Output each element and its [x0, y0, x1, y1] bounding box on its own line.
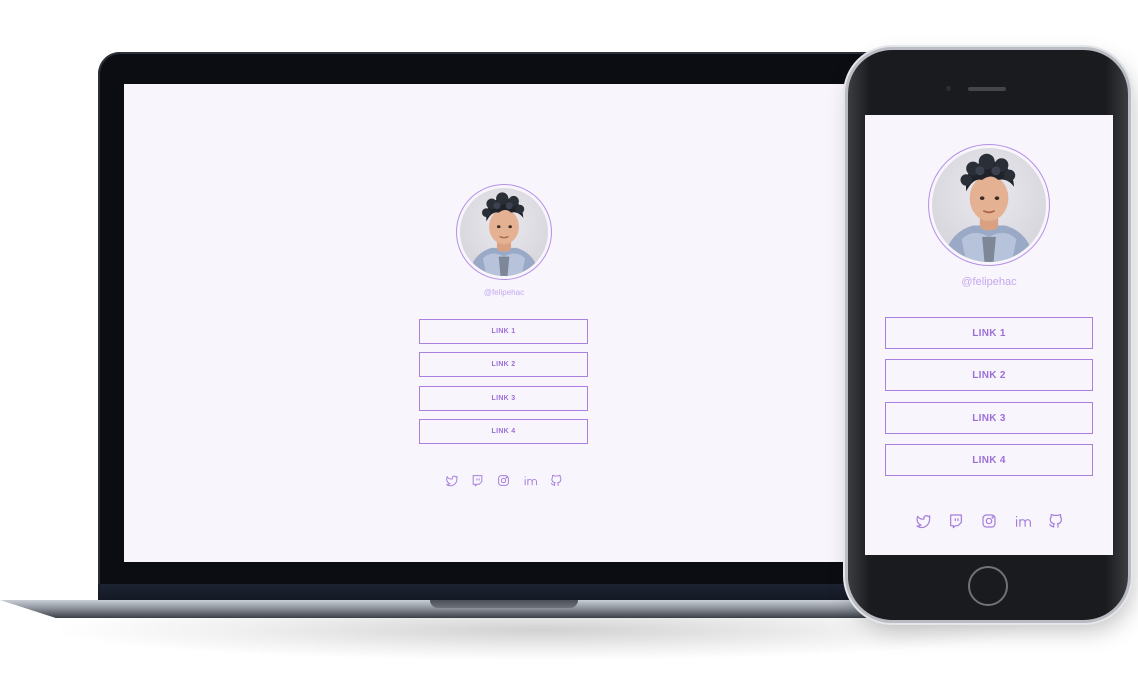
avatar-image	[932, 148, 1046, 262]
phone-body: @felipehac LINK 1 LINK 2 LINK 3 LINK 4	[848, 50, 1128, 620]
profile-handle: @felipehac	[961, 276, 1017, 288]
link-button-1[interactable]: LINK 1	[419, 319, 588, 344]
laptop-opening-notch	[430, 600, 578, 608]
linkedin-icon[interactable]	[523, 474, 537, 487]
phone-home-button	[968, 566, 1008, 606]
social-links	[124, 474, 884, 487]
phone-front-camera	[946, 86, 951, 91]
twitter-icon[interactable]	[915, 513, 931, 529]
instagram-icon[interactable]	[981, 513, 997, 529]
instagram-icon[interactable]	[497, 474, 510, 487]
avatar-illustration	[943, 153, 1035, 262]
twitter-icon[interactable]	[445, 474, 458, 487]
avatar-illustration	[468, 192, 540, 276]
link-button-4[interactable]: LINK 4	[419, 419, 588, 444]
phone-speaker	[968, 87, 1006, 91]
linkedin-icon[interactable]	[1014, 513, 1031, 529]
social-links	[865, 513, 1113, 529]
twitch-icon[interactable]	[948, 513, 964, 529]
link-button-3[interactable]: LINK 3	[885, 402, 1093, 434]
profile-avatar	[456, 184, 552, 280]
phone-linktree-page: @felipehac LINK 1 LINK 2 LINK 3 LINK 4	[865, 115, 1113, 555]
avatar-image	[460, 188, 548, 276]
twitch-icon[interactable]	[471, 474, 484, 487]
link-button-2[interactable]: LINK 2	[419, 352, 588, 377]
profile-avatar	[928, 144, 1050, 266]
profile-handle: @felipehac	[483, 288, 525, 297]
phone-screen: @felipehac LINK 1 LINK 2 LINK 3 LINK 4	[865, 115, 1113, 555]
github-icon[interactable]	[550, 474, 563, 487]
link-button-2[interactable]: LINK 2	[885, 359, 1093, 391]
link-button-4[interactable]: LINK 4	[885, 444, 1093, 476]
link-button-1[interactable]: LINK 1	[885, 317, 1093, 349]
laptop-screen: @felipehac LINK 1 LINK 2 LINK 3 LINK 4	[124, 84, 884, 562]
link-button-3[interactable]: LINK 3	[419, 386, 588, 411]
laptop-linktree-page: @felipehac LINK 1 LINK 2 LINK 3 LINK 4	[124, 84, 884, 562]
github-icon[interactable]	[1048, 513, 1064, 529]
